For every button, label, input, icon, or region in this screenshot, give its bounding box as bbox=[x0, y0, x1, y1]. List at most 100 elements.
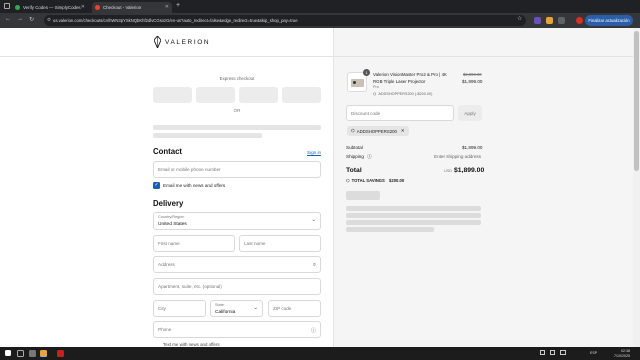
country-label: Country/Region bbox=[158, 215, 185, 219]
tag-icon: ⌬ bbox=[346, 178, 350, 183]
back-icon[interactable]: ← bbox=[5, 16, 11, 22]
tab-search-icon[interactable] bbox=[4, 3, 10, 9]
contact-heading: Contact bbox=[153, 147, 183, 156]
apartment-field[interactable]: Apartment, suite, etc. (optional) bbox=[153, 278, 321, 295]
zip-placeholder: ZIP code bbox=[273, 306, 292, 311]
windows-taskbar: ESP 02:38 7/10/2025 bbox=[0, 347, 640, 360]
subtotal-value: $1,899.00 bbox=[462, 145, 483, 150]
zip-field[interactable]: ZIP code bbox=[268, 300, 321, 317]
bookmark-star-icon[interactable]: ☆ bbox=[517, 15, 522, 22]
search-icon[interactable] bbox=[17, 350, 24, 357]
browser-chrome: Verify Codes — SimplyCodes ✕ Checkout - … bbox=[0, 0, 640, 28]
newsletter-label: Email me with news and offers bbox=[163, 183, 226, 188]
last-name-field[interactable]: Last name bbox=[239, 235, 321, 252]
help-icon[interactable]: ⓘ bbox=[367, 154, 372, 159]
savings-value: $200.00 bbox=[389, 178, 405, 183]
state-label: State bbox=[215, 303, 224, 307]
express-pay-button[interactable] bbox=[239, 87, 278, 103]
or-divider: OR bbox=[233, 108, 241, 113]
first-name-field[interactable]: First name bbox=[153, 235, 235, 252]
original-price: $2,099.00 bbox=[463, 72, 482, 77]
subtotal-label: Subtotal bbox=[346, 145, 363, 150]
discount-line-text: ADDSHOPPERS200 (-$200.00) bbox=[378, 91, 433, 96]
product-variant: Pro bbox=[373, 85, 379, 89]
loading-placeholder bbox=[346, 220, 481, 225]
remove-discount-icon[interactable]: ✕ bbox=[401, 128, 405, 134]
total-value: $1,899.00 bbox=[454, 166, 485, 174]
shipping-label: Shipping ⓘ bbox=[346, 154, 372, 160]
help-icon[interactable]: ⓘ bbox=[311, 327, 316, 334]
total-label: Total bbox=[346, 167, 362, 174]
sign-in-link[interactable]: Sign in bbox=[307, 150, 321, 155]
apply-button[interactable]: Apply bbox=[458, 105, 482, 121]
column-divider bbox=[333, 28, 334, 347]
express-pay-button[interactable] bbox=[153, 87, 192, 103]
update-button[interactable]: Finalizar actualización bbox=[585, 15, 633, 26]
phone-placeholder: Phone bbox=[158, 327, 172, 332]
start-menu-icon[interactable] bbox=[5, 350, 11, 356]
email-field[interactable]: Email or mobile phone number bbox=[153, 161, 321, 178]
close-tab-icon[interactable]: ✕ bbox=[81, 4, 85, 10]
savings-label: TOTAL SAVINGS bbox=[351, 178, 385, 183]
tag-icon: ⌬ bbox=[351, 128, 355, 133]
tab-simplycodes[interactable]: Verify Codes — SimplyCodes ✕ bbox=[12, 2, 88, 13]
product-name-line1: Valerion VisionMaster Pro2 & Pro | 4K bbox=[373, 72, 447, 77]
shipping-value: Enter shipping address bbox=[434, 154, 481, 159]
delivery-heading: Delivery bbox=[153, 199, 184, 208]
reload-icon[interactable]: ↻ bbox=[29, 16, 34, 23]
state-select[interactable]: State California ⌄ bbox=[210, 300, 263, 317]
volume-icon[interactable] bbox=[550, 350, 555, 355]
loading-placeholder bbox=[346, 191, 380, 200]
last-name-placeholder: Last name bbox=[244, 241, 266, 246]
apartment-placeholder: Apartment, suite, etc. (optional) bbox=[158, 284, 222, 289]
discount-code-input[interactable]: Discount code bbox=[346, 105, 454, 121]
city-placeholder: City bbox=[158, 306, 166, 311]
address-field[interactable]: Address ⌕ bbox=[153, 256, 321, 273]
country-select[interactable]: Country/Region United States ⌄ bbox=[153, 212, 321, 230]
valerion-logo[interactable]: VALERION bbox=[154, 36, 210, 48]
state-value: California bbox=[215, 309, 236, 315]
extension-icon[interactable] bbox=[546, 16, 553, 24]
network-icon[interactable] bbox=[540, 350, 545, 355]
tab-title: Checkout - Valerion bbox=[103, 5, 142, 10]
app-icon[interactable] bbox=[57, 350, 64, 357]
tab-bar: Verify Codes — SimplyCodes ✕ Checkout - … bbox=[0, 0, 640, 13]
address-bar[interactable]: ⚙ us.valerion.com/checkouts/cn/hWN3pYSkN… bbox=[44, 15, 526, 26]
clock[interactable]: 02:38 7/10/2025 bbox=[600, 349, 630, 358]
quantity-badge: 1 bbox=[363, 69, 370, 76]
first-name-placeholder: First name bbox=[158, 241, 180, 246]
simplycodes-favicon-icon bbox=[15, 5, 20, 10]
extension-icon[interactable] bbox=[534, 16, 541, 24]
loading-placeholder bbox=[153, 125, 321, 130]
valerion-logo-icon bbox=[154, 36, 161, 48]
city-field[interactable]: City bbox=[153, 300, 206, 317]
email-placeholder: Email or mobile phone number bbox=[158, 167, 221, 172]
battery-icon[interactable] bbox=[560, 350, 566, 355]
express-pay-button[interactable] bbox=[196, 87, 235, 103]
newsletter-checkbox[interactable]: ✓ bbox=[153, 182, 160, 189]
product-name-line2: RGB Triple Laser Projector bbox=[373, 78, 426, 84]
extensions-puzzle-icon[interactable] bbox=[558, 16, 565, 24]
chrome-icon[interactable] bbox=[40, 350, 47, 357]
profile-avatar-icon[interactable] bbox=[576, 16, 583, 24]
task-view-icon[interactable] bbox=[29, 350, 36, 357]
applied-code: ADDSHOPPERS200 bbox=[356, 128, 397, 134]
url-text: us.valerion.com/checkouts/cn/hWN3pYSkNQb… bbox=[53, 18, 298, 23]
address-placeholder: Address bbox=[158, 262, 175, 267]
country-value: United States bbox=[158, 221, 187, 227]
chevron-down-icon: ⌄ bbox=[311, 217, 316, 223]
tag-icon: ⌬ bbox=[373, 91, 377, 96]
loading-placeholder bbox=[346, 227, 434, 232]
site-info-icon[interactable]: ⚙ bbox=[47, 17, 51, 23]
new-tab-button[interactable]: + bbox=[176, 2, 180, 9]
address-row: ← → ↻ ⚙ us.valerion.com/checkouts/cn/hWN… bbox=[0, 13, 640, 28]
loading-placeholder bbox=[153, 133, 262, 138]
forward-icon[interactable]: → bbox=[17, 16, 23, 22]
scrollbar-thumb[interactable] bbox=[634, 31, 639, 171]
shipping-label-text: Shipping bbox=[346, 154, 364, 159]
close-tab-icon[interactable]: ✕ bbox=[165, 4, 169, 10]
express-pay-button[interactable] bbox=[282, 87, 321, 103]
language-indicator[interactable]: ESP bbox=[590, 351, 597, 356]
tab-checkout[interactable]: Checkout - Valerion ✕ bbox=[92, 2, 172, 13]
phone-field[interactable]: Phone ⓘ bbox=[153, 321, 321, 338]
